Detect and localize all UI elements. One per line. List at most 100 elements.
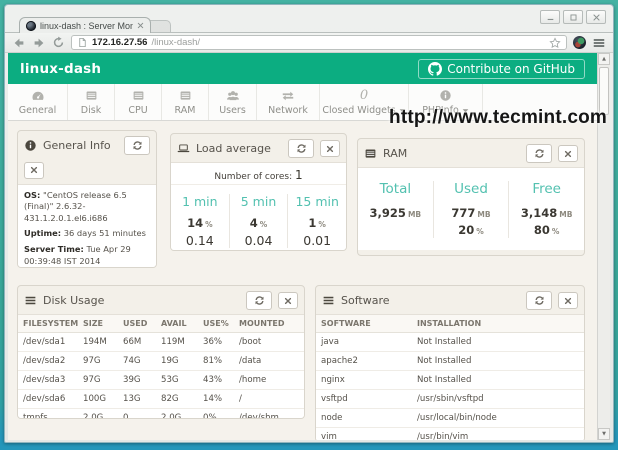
dashboard-content: General Info OS: "CentOS release 6.5 (Fi… [8, 121, 597, 440]
tab-close-icon[interactable] [137, 22, 144, 29]
ram-amount-value: 3,925 [370, 206, 406, 220]
table-row: nginxNot Installed [316, 371, 584, 390]
table-icon [85, 89, 98, 103]
ram-column-label: Used [434, 181, 509, 197]
ram-column-label: Total [358, 181, 433, 197]
ram-column: Free3,148MB80% [508, 181, 584, 238]
reload-icon[interactable] [52, 36, 65, 49]
table-cell: /dev/sda1 [18, 333, 78, 352]
nav-item-users[interactable]: Users [209, 84, 257, 120]
table-icon [364, 147, 377, 160]
nav-item-ram[interactable]: RAM [162, 84, 209, 120]
refresh-button[interactable] [526, 144, 552, 163]
table-cell: /usr/bin/vim [412, 428, 584, 441]
table-cell: apache2 [316, 352, 412, 371]
widget-general-info: General Info OS: "CentOS release 6.5 (Fi… [17, 130, 157, 268]
table-cell: /dev/sda2 [18, 352, 78, 371]
browser-tab[interactable]: linux-dash : Server Mon [19, 17, 151, 33]
load-average-columns: 1 min14%0.145 min4%0.0415 min1%0.01 [171, 185, 346, 251]
table-row: vim/usr/bin/vim [316, 428, 584, 441]
ram-amount-unit: MB [408, 210, 421, 219]
column-header: INSTALLATION [412, 315, 584, 333]
table-row: vsftpd/usr/sbin/vsftpd [316, 390, 584, 409]
star-icon[interactable] [549, 37, 561, 49]
widget-header: Disk Usage [18, 286, 304, 314]
refresh-button[interactable] [124, 136, 150, 155]
close-widget-button[interactable] [320, 140, 340, 157]
minimize-icon[interactable] [540, 10, 560, 24]
menu-icon[interactable] [592, 36, 606, 50]
column-header: USED [118, 315, 156, 333]
table-icon [132, 89, 145, 103]
table-cell: / [234, 390, 304, 409]
forward-icon[interactable] [32, 36, 46, 50]
widget-header: General Info [18, 131, 156, 159]
maximize-icon[interactable] [563, 10, 583, 24]
scroll-up-icon[interactable]: ▲ [598, 53, 610, 65]
table-icon [179, 89, 192, 103]
back-icon[interactable] [12, 36, 26, 50]
table-header: FILESYSTEMSIZEUSEDAVAILUSE%MOUNTED [18, 315, 304, 333]
ram-column: Total 3,925MB [358, 181, 433, 238]
widget-header: RAM [358, 139, 584, 167]
general-info-body: OS: "CentOS release 6.5 (Final)" 2.6.32-… [18, 184, 156, 269]
nav-item-label-row: Disk [81, 105, 101, 116]
table-cell: 2.0G [78, 409, 118, 420]
close-widget-button[interactable] [558, 292, 578, 309]
tecmint-watermark: http://www.tecmint.com [389, 107, 607, 129]
load-value: 0.14 [171, 233, 229, 248]
linux-dash-favicon [26, 21, 36, 31]
info-field: Server Time: Tue Apr 29 00:39:48 IST 201… [24, 244, 150, 267]
extension-icon[interactable] [573, 36, 586, 49]
ram-percent-value: 20 [458, 223, 474, 237]
nav-item-label: Disk [81, 105, 101, 116]
nav-item-disk[interactable]: Disk [68, 84, 115, 120]
table-cell: /data [234, 352, 304, 371]
window-close-icon[interactable] [586, 10, 606, 24]
scroll-down-icon[interactable]: ▼ [598, 428, 610, 440]
nav-item-cpu[interactable]: CPU [115, 84, 162, 120]
nav-item-label: RAM [175, 105, 196, 116]
refresh-button[interactable] [526, 291, 552, 310]
address-bar[interactable]: 172.16.27.56/linux-dash/ [71, 35, 567, 50]
github-link[interactable]: Contribute on GitHub [418, 59, 585, 79]
table-cell: 81% [198, 352, 234, 371]
table-cell: /usr/sbin/vsftpd [412, 390, 584, 409]
table-row: /dev/sda1194M66M119M36%/boot [18, 333, 304, 352]
disk-usage-table: FILESYSTEMSIZEUSEDAVAILUSE%MOUNTED/dev/s… [18, 315, 304, 419]
table-row: tmpfs2.0G02.0G0%/dev/shm [18, 409, 304, 420]
cores-label: Number of cores: [214, 172, 292, 182]
widget-ram: RAM Total3,925MBUsed777MB20%Free3,148MB8… [357, 138, 585, 256]
close-widget-button[interactable] [558, 145, 578, 162]
table-cell: 39G [118, 371, 156, 390]
nav-item-label-row: General [19, 105, 56, 116]
close-widget-button[interactable] [278, 292, 298, 309]
widget-header: Load average [171, 134, 346, 162]
table-body: /dev/sda1194M66M119M36%/boot/dev/sda297G… [18, 333, 304, 420]
table-cell: vim [316, 428, 412, 441]
widget-title: Load average [196, 142, 271, 155]
list-icon [322, 294, 335, 307]
nav-item-label-row: Users [219, 105, 246, 116]
load-percent: 14% [171, 215, 229, 232]
software-table: SOFTWAREINSTALLATIONjavaNot Installedapa… [316, 315, 584, 440]
refresh-button[interactable] [288, 139, 314, 158]
widget-load-average: Load average Number of cores: 1 1 min14%… [170, 133, 347, 251]
github-icon [428, 62, 442, 76]
close-widget-button[interactable] [24, 162, 44, 179]
info-field-label: OS: [24, 190, 40, 200]
table-cell: /dev/sda6 [18, 390, 78, 409]
refresh-button[interactable] [246, 291, 272, 310]
load-period-label: 5 min [230, 194, 288, 209]
table-cell: 100G [78, 390, 118, 409]
table-cell: Not Installed [412, 333, 584, 352]
url-host: 172.16.27.56 [92, 37, 147, 48]
nav-item-network[interactable]: Network [257, 84, 320, 120]
table-cell: vsftpd [316, 390, 412, 409]
table-cell: 53G [156, 371, 198, 390]
table-cell: 14% [198, 390, 234, 409]
nav-item-general[interactable]: General [8, 84, 68, 120]
table-cell: tmpfs [18, 409, 78, 420]
nav-item-label: General [19, 105, 56, 116]
load-percent: 1% [288, 215, 346, 232]
